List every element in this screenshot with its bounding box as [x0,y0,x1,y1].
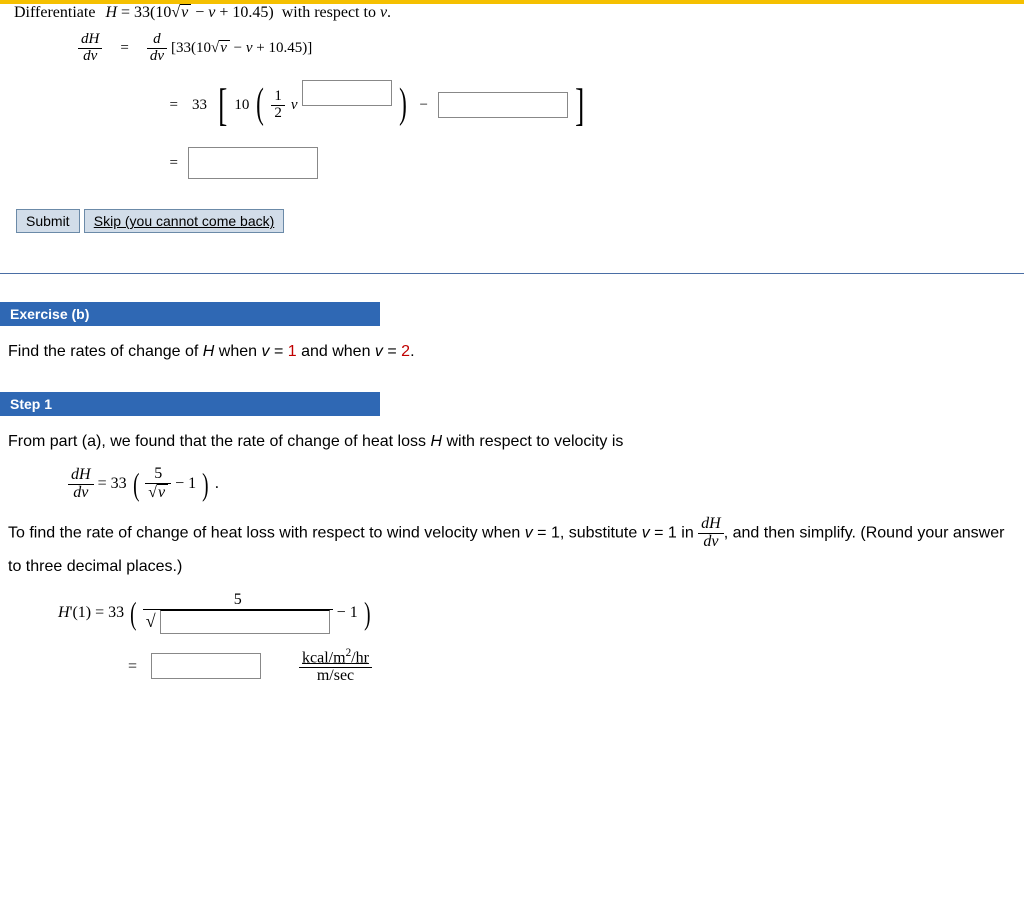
equals-final: = [128,653,147,680]
result-equation: dH dv = 33 ( 5 √v − 1 ) . [68,461,1016,502]
term-input-2[interactable] [438,92,568,118]
result-input-3[interactable] [188,147,318,179]
step1-para-2: To find the rate of change of heat loss … [8,516,1016,584]
equals-1: = [112,40,136,57]
exponent-input-1[interactable] [302,80,392,106]
step-expression-1: 33 [ 10 ( 1 2 v ) − ] [188,89,587,122]
units-label: kcal/m2/hr m/sec [299,648,372,685]
exercise-b-header: Exercise (b) [0,302,380,326]
hprime-expression: H'(1) = 33 ( 5 √ − 1 ) [58,592,372,634]
equals-3: = [123,155,178,172]
step1-para-1: From part (a), we found that the rate of… [8,428,1016,455]
deriv-operator: d dv [33(10√v − v + 10.45)] [147,32,312,65]
equals-2: = [123,97,178,114]
final-answer-input[interactable] [151,653,261,679]
problem-statement: Differentiate H = 33(10√v − v + 10.45) w… [14,4,391,21]
sqrt-input[interactable] [160,610,330,634]
exercise-b-text: Find the rates of change of H when v = 1… [0,326,1024,369]
skip-button[interactable]: Skip (you cannot come back) [84,209,285,233]
step-1-header: Step 1 [0,392,380,416]
dH-dv-lhs: dH dv [78,32,102,65]
submit-button[interactable]: Submit [16,209,80,233]
bracket-expr: [33(10√v − v + 10.45)] [171,40,312,57]
